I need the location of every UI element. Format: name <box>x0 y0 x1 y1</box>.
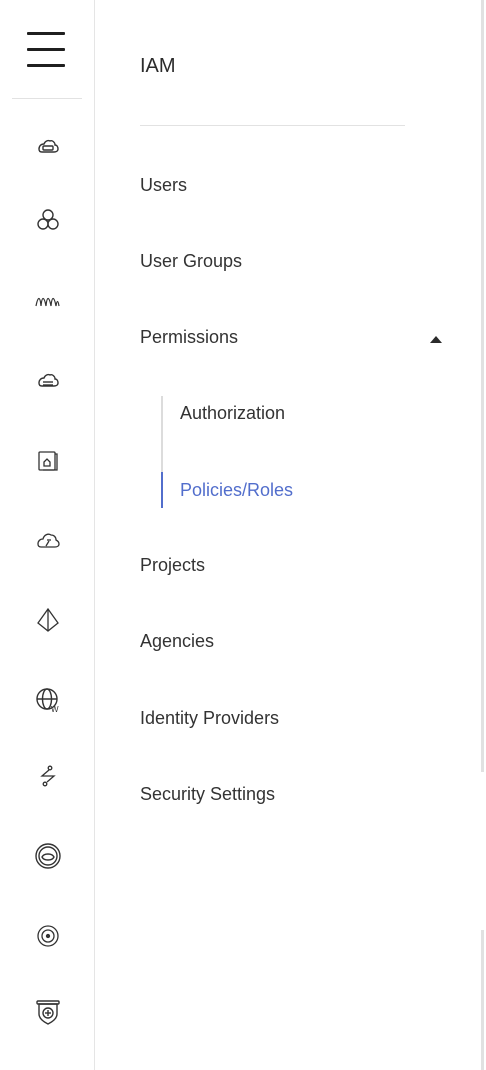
panel-title: IAM <box>140 55 176 77</box>
collapse-caret-icon[interactable] <box>430 336 442 343</box>
cloud-speed-icon[interactable] <box>34 526 62 554</box>
file-storage-icon[interactable] <box>34 446 62 474</box>
service-rail: W <box>0 0 95 1070</box>
submenu-item-policies-roles[interactable]: Policies/Roles <box>180 480 293 501</box>
menu-item-permissions[interactable]: Permissions <box>140 327 238 348</box>
menu-item-users[interactable]: Users <box>140 175 187 196</box>
scrollbar-track[interactable] <box>481 0 484 772</box>
cloud-disk-icon[interactable] <box>34 366 62 394</box>
network-topology-icon[interactable] <box>34 606 62 634</box>
monitor-eye-icon[interactable] <box>34 922 62 950</box>
menu-item-user-groups[interactable]: User Groups <box>140 251 242 272</box>
menu-item-identity-providers[interactable]: Identity Providers <box>140 708 279 729</box>
functions-icon[interactable] <box>34 286 62 314</box>
globe-w-icon[interactable]: W <box>34 686 62 714</box>
svg-text:W: W <box>51 705 59 714</box>
menu-item-projects[interactable]: Projects <box>140 555 205 576</box>
iam-menu-panel: IAM Users User Groups Permissions Author… <box>96 0 476 1070</box>
submenu-active-indicator <box>161 472 163 508</box>
submenu-item-authorization[interactable]: Authorization <box>180 403 285 424</box>
cluster-icon[interactable] <box>34 206 62 234</box>
link-icon[interactable] <box>34 762 62 790</box>
menu-item-security-settings[interactable]: Security Settings <box>140 784 275 805</box>
security-target-icon[interactable] <box>34 842 62 870</box>
cloud-server-icon[interactable] <box>34 132 62 160</box>
menu-item-agencies[interactable]: Agencies <box>140 631 214 652</box>
hamburger-menu-icon[interactable] <box>27 30 65 68</box>
rail-divider <box>12 98 82 99</box>
title-divider <box>140 125 405 126</box>
scrollbar-track-lower[interactable] <box>481 930 484 1070</box>
shield-icon[interactable] <box>34 998 62 1026</box>
